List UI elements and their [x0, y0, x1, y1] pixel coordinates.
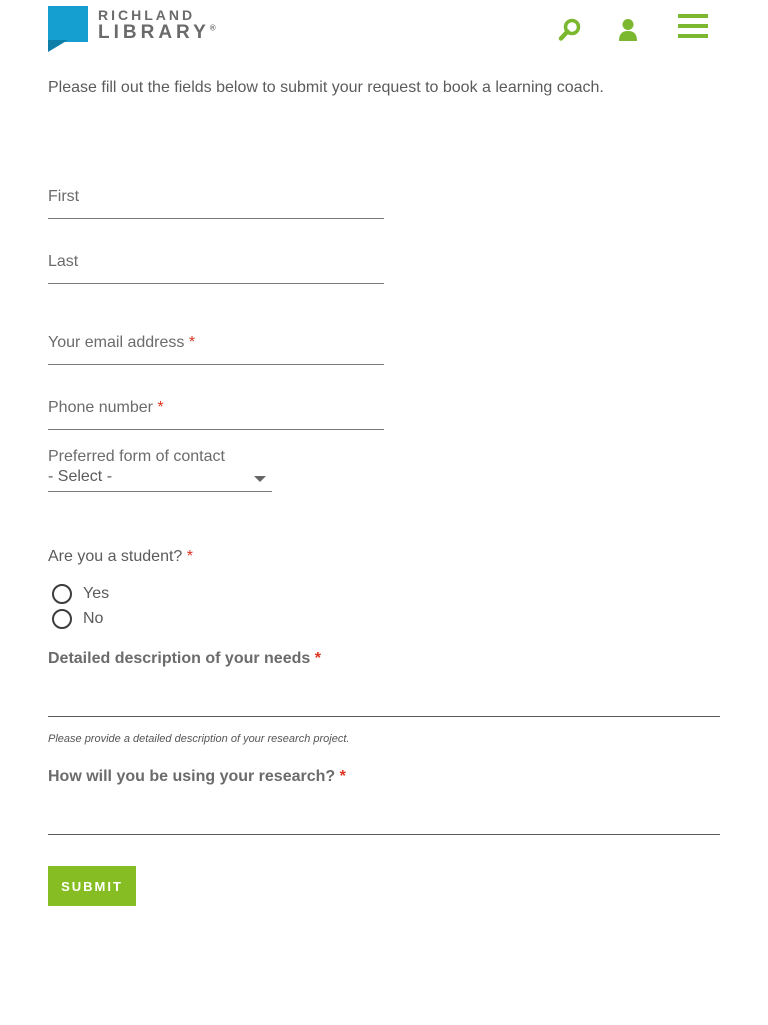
- research-use-textarea[interactable]: [48, 794, 720, 835]
- richland-library-logo[interactable]: RICHLAND LIBRARY®: [48, 6, 216, 52]
- search-button[interactable]: [554, 14, 586, 46]
- radio-no[interactable]: [52, 609, 72, 629]
- needs-textarea[interactable]: [48, 676, 720, 717]
- required-marker: *: [186, 548, 193, 565]
- required-marker: *: [339, 768, 346, 785]
- preferred-contact-block: Preferred form of contact - Select -: [48, 448, 272, 492]
- logo-library-text: LIBRARY: [98, 22, 210, 43]
- preferred-contact-label: Preferred form of contact: [48, 448, 225, 465]
- phone-label-text: Phone number: [48, 399, 153, 416]
- student-option-no[interactable]: No: [52, 609, 103, 629]
- first-name-label: First: [48, 188, 80, 205]
- logo-line-richland: RICHLAND: [98, 7, 196, 23]
- registered-mark: ®: [209, 23, 216, 33]
- menu-icon: [676, 12, 710, 42]
- student-question: Are you a student? *: [48, 548, 193, 566]
- last-name-field[interactable]: Last: [48, 251, 384, 284]
- needs-label-text: Detailed description of your needs: [48, 650, 311, 667]
- logo-line-library: LIBRARY®: [98, 23, 216, 42]
- email-label-text: Your email address: [48, 334, 185, 351]
- research-use-label: How will you be using your research? *: [48, 768, 346, 786]
- email-label: Your email address *: [48, 334, 195, 352]
- radio-yes[interactable]: [52, 584, 72, 604]
- radio-no-label: No: [83, 610, 104, 627]
- research-use-label-text: How will you be using your research?: [48, 768, 336, 785]
- submit-button[interactable]: SUBMIT: [48, 866, 136, 906]
- last-name-label: Last: [48, 253, 79, 270]
- phone-label: Phone number *: [48, 399, 164, 417]
- required-marker: *: [157, 399, 164, 416]
- phone-field[interactable]: Phone number *: [48, 397, 384, 430]
- email-field[interactable]: Your email address *: [48, 332, 384, 365]
- needs-helper-text: Please provide a detailed description of…: [48, 733, 350, 745]
- radio-yes-label: Yes: [83, 585, 110, 602]
- logo-mark-icon: [48, 6, 88, 52]
- required-marker: *: [314, 650, 321, 667]
- student-question-text: Are you a student?: [48, 548, 183, 565]
- menu-button[interactable]: [676, 12, 710, 42]
- needs-label: Detailed description of your needs *: [48, 650, 321, 668]
- student-option-yes[interactable]: Yes: [52, 584, 109, 604]
- preferred-contact-value: - Select -: [48, 468, 113, 485]
- user-icon: [619, 19, 637, 41]
- logo-wordmark: RICHLAND LIBRARY®: [98, 6, 216, 42]
- preferred-contact-select[interactable]: - Select -: [48, 468, 272, 492]
- account-button[interactable]: [612, 14, 644, 46]
- form-intro-text: Please fill out the fields below to subm…: [48, 79, 604, 96]
- site-header: RICHLAND LIBRARY®: [0, 0, 768, 60]
- chevron-down-icon: [254, 476, 266, 482]
- required-marker: *: [188, 334, 196, 351]
- first-name-field[interactable]: First: [48, 186, 384, 219]
- search-icon: [558, 18, 581, 41]
